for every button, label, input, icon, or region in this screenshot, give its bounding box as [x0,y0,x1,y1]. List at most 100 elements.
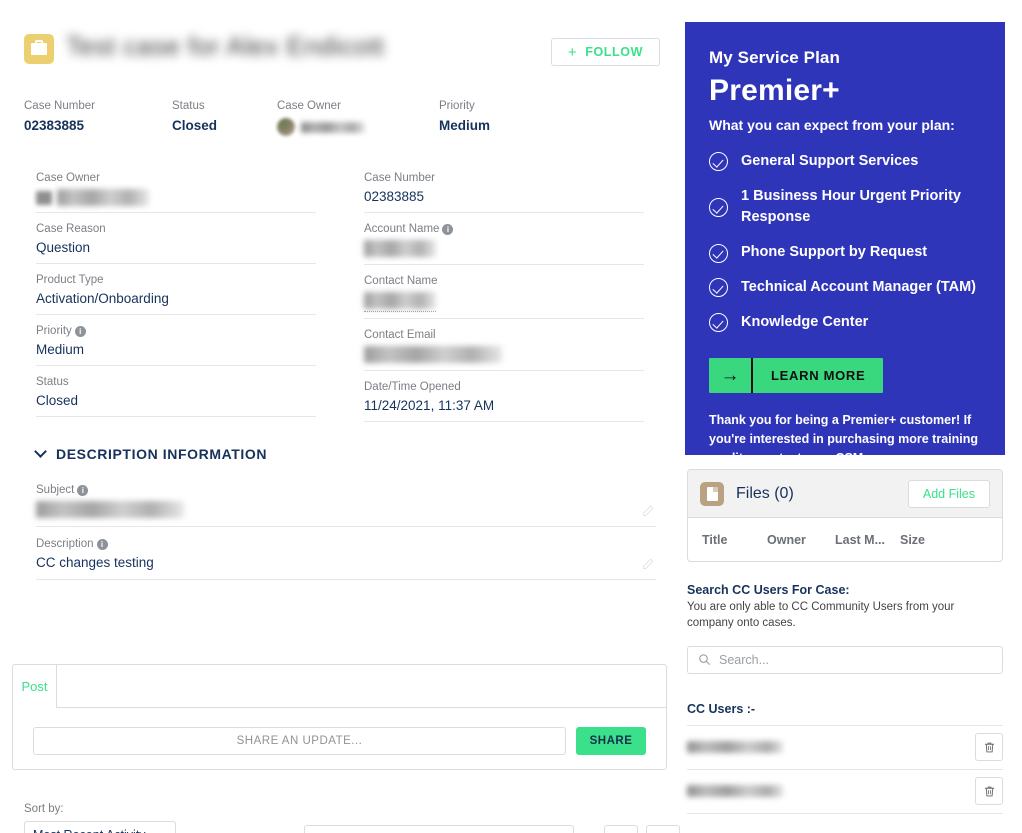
highlight-value: Closed [172,118,218,133]
field-status[interactable]: Status Closed [36,376,316,417]
share-update-input[interactable]: SHARE AN UPDATE... [33,727,566,755]
cc-search-note: You are only able to CC Community Users … [687,601,955,629]
tab-post[interactable]: Post [13,665,56,708]
right-sidebar: My Service Plan Premier+ What you can ex… [685,0,1022,833]
sort-by-label: Sort by: [24,803,64,815]
info-icon[interactable]: i [442,223,454,235]
filter-feed-button[interactable] [604,825,638,833]
service-plan-name: Premier+ [709,74,840,107]
field-label: Case Owner [36,172,100,184]
cc-users-list [687,724,1003,814]
cc-search-placeholder: Search... [719,652,770,667]
field-label: Product Type [36,274,104,286]
field-contact-name[interactable]: Contact Name [364,275,644,319]
field-label: Contact Name [364,275,438,287]
benefit-item: Phone Support by Request [709,242,981,264]
column-header-owner: Owner [767,532,806,547]
field-label: Case Number [364,172,435,184]
cc-user-name [687,785,783,798]
details-right-column: Case Number 02383885 Account Name i Cont… [364,172,644,432]
feed-controls: Sort by: Most Recent Activity Search thi… [24,803,680,833]
highlight-owner-name [301,121,365,133]
field-product-type[interactable]: Product Type Activation/Onboarding [36,274,316,315]
benefit-item: 1 Business Hour Urgent Priority Response [709,186,981,230]
learn-more-button[interactable]: → LEARN MORE [709,358,884,394]
description-section-toggle[interactable]: DESCRIPTION INFORMATION [34,445,656,462]
benefit-label: Phone Support by Request [741,244,928,261]
field-label: Status [36,376,69,388]
cc-search-title: Search CC Users For Case: [687,583,850,597]
highlight-label: Case Number [24,100,95,112]
field-date-time-opened[interactable]: Date/Time Opened 11/24/2021, 11:37 AM [364,381,644,422]
field-priority[interactable]: Priority i Medium [36,325,316,366]
feed-publisher: Post SHARE AN UPDATE... SHARE [12,664,667,770]
check-circle-icon [709,197,728,217]
benefit-label: 1 Business Hour Urgent Priority Response [741,187,961,226]
field-description[interactable]: Description i CC changes testing [36,538,656,580]
publisher-tabs: Post [13,665,666,708]
field-label: Account Name [364,223,440,235]
cc-user-name [687,741,783,754]
share-button[interactable]: SHARE [576,727,646,755]
follow-button[interactable]: + FOLLOW [550,38,660,66]
check-circle-icon [709,278,728,298]
benefit-label: Technical Account Manager (TAM) [741,278,976,295]
publisher-input-row: SHARE AN UPDATE... SHARE [33,727,646,755]
case-record-page: Test case for Alex Endicott + FOLLOW Cas… [0,0,1022,833]
refresh-feed-button[interactable] [646,825,680,833]
search-feed-input[interactable]: Search this feed... [304,825,574,833]
info-icon[interactable]: i [77,484,89,496]
record-header: Test case for Alex Endicott + FOLLOW [24,31,660,76]
record-main-column: Test case for Alex Endicott + FOLLOW Cas… [0,0,684,833]
benefit-item: Technical Account Manager (TAM) [709,277,981,299]
edit-pencil-icon[interactable] [642,558,654,570]
highlight-priority: Priority Medium [439,100,490,133]
field-case-reason[interactable]: Case Reason Question [36,223,316,264]
benefit-item: General Support Services [709,151,981,173]
benefit-label: Knowledge Center [741,313,869,330]
sort-by-value: Most Recent Activity [33,828,146,833]
plus-icon: + [567,43,578,61]
field-value-redacted [364,346,502,364]
highlight-case-owner: Case Owner [277,100,365,136]
delete-cc-user-button[interactable] [975,777,1003,806]
edit-pencil-icon[interactable] [642,505,654,517]
cc-search-input[interactable]: Search... [687,645,1003,674]
files-card-header: Files (0) Add Files [688,470,1002,518]
service-plan-thanks: Thank you for being a Premier+ customer!… [709,413,978,465]
list-item [687,726,1003,770]
field-value: Medium [36,342,85,357]
field-case-number[interactable]: Case Number 02383885 [364,172,644,213]
cc-users-panel: Search CC Users For Case: You are only a… [687,583,1003,814]
sort-by-select[interactable]: Most Recent Activity [24,821,176,833]
add-files-button[interactable]: Add Files [907,479,990,508]
search-icon [699,654,711,666]
learn-more-label: LEARN MORE [771,368,866,384]
info-icon[interactable]: i [74,325,86,337]
section-title: DESCRIPTION INFORMATION [56,446,268,462]
follow-button-label: FOLLOW [585,45,643,59]
highlight-value: 02383885 [24,118,85,133]
field-case-owner[interactable]: Case Owner [36,172,316,213]
column-header-title: Title [702,532,728,547]
field-value: 02383885 [364,189,425,204]
files-card-title: Files (0) [736,484,794,502]
info-icon[interactable]: i [96,538,108,550]
service-plan-card: My Service Plan Premier+ What you can ex… [685,22,1005,465]
check-circle-icon [709,243,728,263]
field-value-redacted [36,189,316,206]
highlight-label: Priority [439,100,475,112]
description-information-section: DESCRIPTION INFORMATION Subject i Descri… [34,445,656,591]
field-subject[interactable]: Subject i [36,484,656,527]
avatar [277,118,295,136]
highlight-label: Status [172,100,205,112]
field-value: Activation/Onboarding [36,291,169,306]
check-circle-icon [709,152,728,172]
field-account-name[interactable]: Account Name i [364,223,644,265]
highlight-value: Medium [439,118,491,133]
cc-users-list-title: CC Users :- [687,701,756,716]
field-value: Question [36,240,91,255]
field-label: Contact Email [364,329,436,341]
delete-cc-user-button[interactable] [975,733,1003,762]
field-contact-email[interactable]: Contact Email [364,329,644,371]
